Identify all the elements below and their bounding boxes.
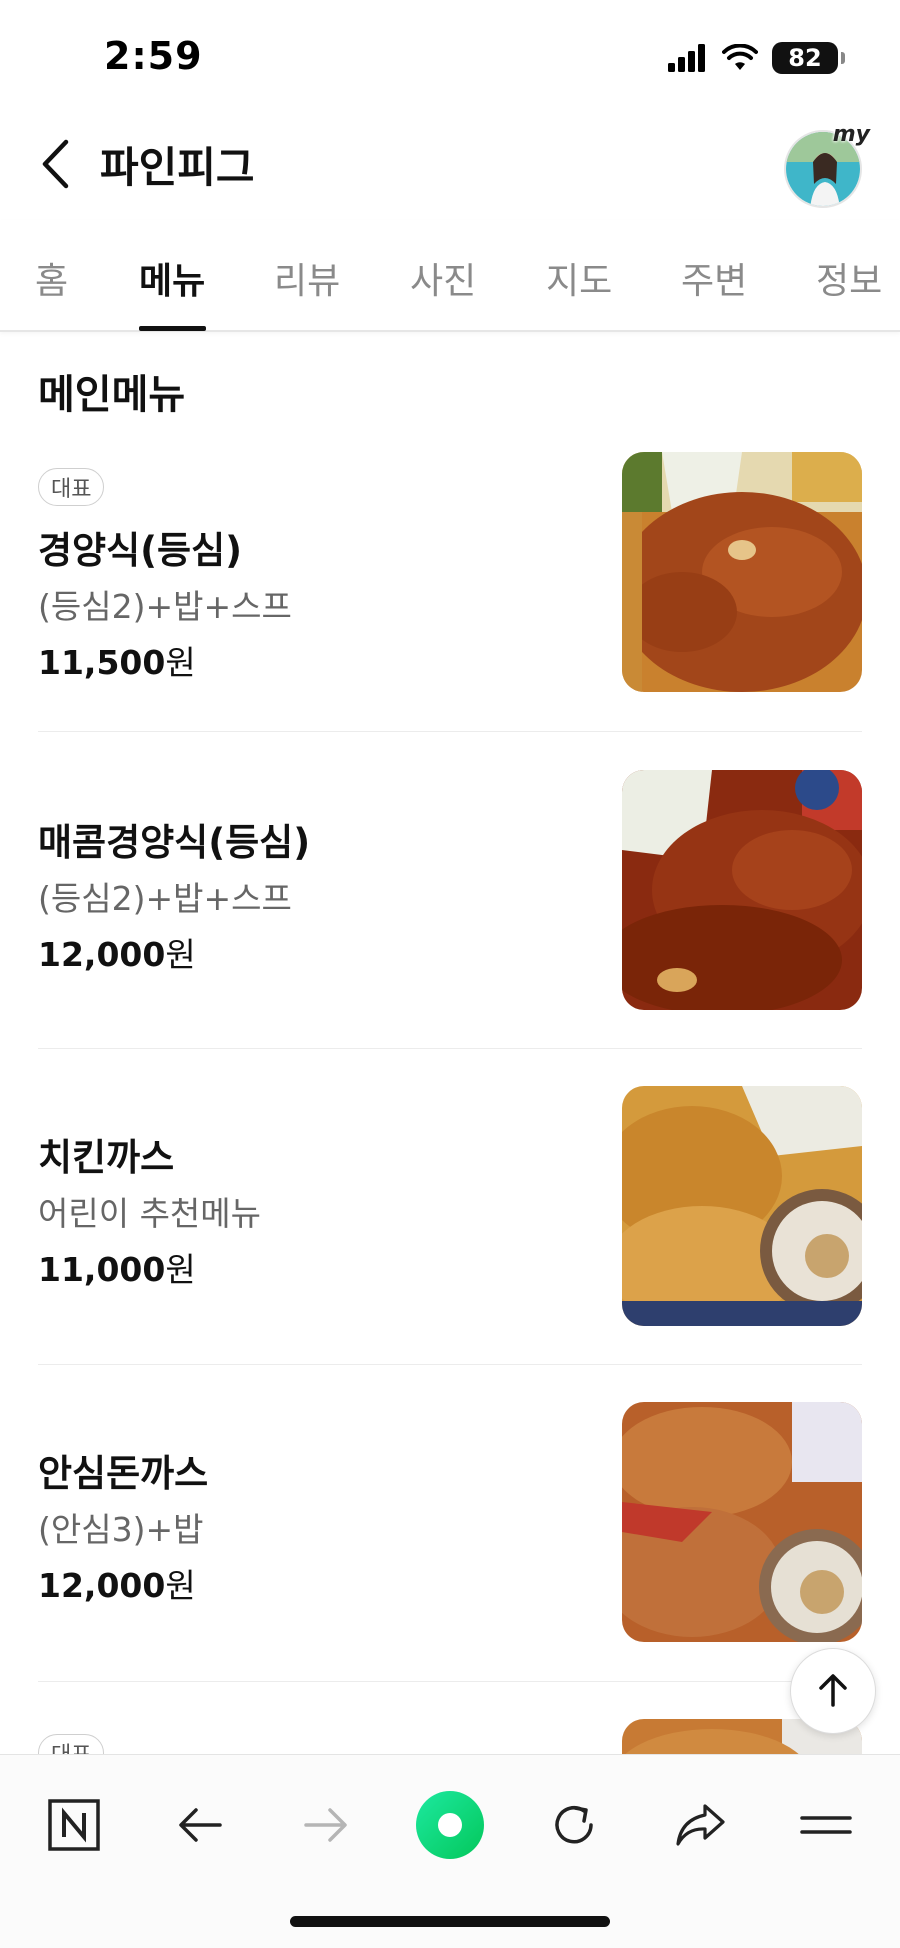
- menu-button[interactable]: [786, 1785, 866, 1865]
- menu-item[interactable]: 안심돈까스 (안심3)+밥 12,000원: [38, 1365, 862, 1682]
- menu-item-photo[interactable]: [622, 770, 862, 1010]
- scroll-to-top-button[interactable]: [790, 1648, 876, 1734]
- home-indicator: [290, 1916, 610, 1927]
- menu-item-photo[interactable]: [622, 1402, 862, 1642]
- price-value: 11,500: [38, 643, 166, 682]
- avatar-my-badge: my: [832, 122, 870, 147]
- menu-item-name: 매콤경양식(등심): [38, 821, 311, 864]
- battery-level: 82: [788, 44, 822, 72]
- menu-item-name: 안심돈까스: [38, 1452, 209, 1495]
- food-photo-cutlet-sauce: [622, 452, 862, 692]
- tab-info[interactable]: 정보: [816, 252, 882, 304]
- browser-back-button[interactable]: [160, 1785, 240, 1865]
- page-title: 파인피그: [100, 143, 255, 192]
- status-icons: 82: [668, 42, 845, 74]
- menu-item[interactable]: 치킨까스 어린이 추천메뉴 11,000원: [38, 1049, 862, 1365]
- share-button[interactable]: [660, 1785, 740, 1865]
- back-button[interactable]: [30, 136, 80, 192]
- active-tab-indicator: [139, 326, 206, 331]
- food-photo-spicy-cutlet: [622, 770, 862, 1010]
- tab-reviews[interactable]: 리뷰: [274, 252, 340, 304]
- menu-item-photo[interactable]: [622, 1086, 862, 1326]
- price-value: 12,000: [38, 935, 166, 974]
- chevron-left-icon: [42, 139, 69, 189]
- menu-item-price: 11,500원: [38, 636, 196, 684]
- menu-item-price: 12,000원: [38, 928, 196, 976]
- browser-forward-button[interactable]: [286, 1785, 366, 1865]
- price-value: 11,000: [38, 1250, 166, 1289]
- signature-badge: 대표: [38, 1734, 105, 1754]
- price-currency: 원: [165, 1566, 196, 1605]
- menu-item-description: (등심2)+밥+스프: [38, 587, 292, 626]
- menu-item-description: (안심3)+밥: [38, 1510, 204, 1549]
- green-dot-icon: [416, 1791, 484, 1859]
- header: 파인피그 my: [0, 110, 900, 220]
- price-currency: 원: [165, 1250, 196, 1289]
- tab-photos[interactable]: 사진: [410, 252, 476, 304]
- arrow-up-icon: [819, 1674, 847, 1707]
- share-arrow-icon: [676, 1804, 725, 1846]
- tab-menu[interactable]: 메뉴: [139, 252, 205, 304]
- price-currency: 원: [165, 643, 196, 682]
- signal-icon: [668, 44, 705, 72]
- menu-item-price: 12,000원: [38, 1559, 196, 1607]
- menu-item-photo[interactable]: [622, 452, 862, 692]
- food-photo-tenderloin-cutlet: [622, 1402, 862, 1642]
- wifi-icon: [722, 44, 758, 70]
- menu-item-price: 11,000원: [38, 1243, 196, 1291]
- menu-item[interactable]: 대표 경양식(등심) (등심2)+밥+스프 11,500원: [38, 452, 862, 732]
- green-dot-button[interactable]: [410, 1785, 490, 1865]
- price-value: 12,000: [38, 1566, 166, 1605]
- menu-item-name: 경양식(등심): [38, 529, 243, 572]
- signature-badge: 대표: [38, 468, 105, 506]
- naver-n-icon: [48, 1799, 100, 1851]
- hamburger-icon: [800, 1816, 852, 1834]
- menu-item[interactable]: 대표: [38, 1682, 862, 1754]
- tab-nearby[interactable]: 주변: [681, 252, 747, 304]
- menu-item-description: 어린이 추천메뉴: [38, 1194, 262, 1233]
- arrow-left-icon: [179, 1808, 222, 1842]
- tab-map[interactable]: 지도: [546, 252, 612, 304]
- tab-bar: 홈 메뉴 리뷰 사진 지도 주변 정보: [0, 220, 900, 332]
- menu-item[interactable]: 매콤경양식(등심) (등심2)+밥+스프 12,000원: [38, 732, 862, 1049]
- battery-icon: 82: [772, 42, 845, 74]
- price-currency: 원: [165, 935, 196, 974]
- section-title: 메인메뉴: [38, 372, 186, 418]
- status-time: 2:59: [104, 34, 203, 78]
- arrow-right-icon: [304, 1808, 347, 1842]
- naver-home-button[interactable]: [34, 1785, 114, 1865]
- menu-item-name: 치킨까스: [38, 1136, 175, 1179]
- menu-item-description: (등심2)+밥+스프: [38, 879, 292, 918]
- tab-home[interactable]: 홈: [35, 252, 68, 304]
- refresh-button[interactable]: [534, 1785, 614, 1865]
- refresh-icon: [555, 1806, 593, 1844]
- status-bar: 2:59 82: [0, 0, 900, 110]
- food-photo-chicken-cutlet: [622, 1086, 862, 1326]
